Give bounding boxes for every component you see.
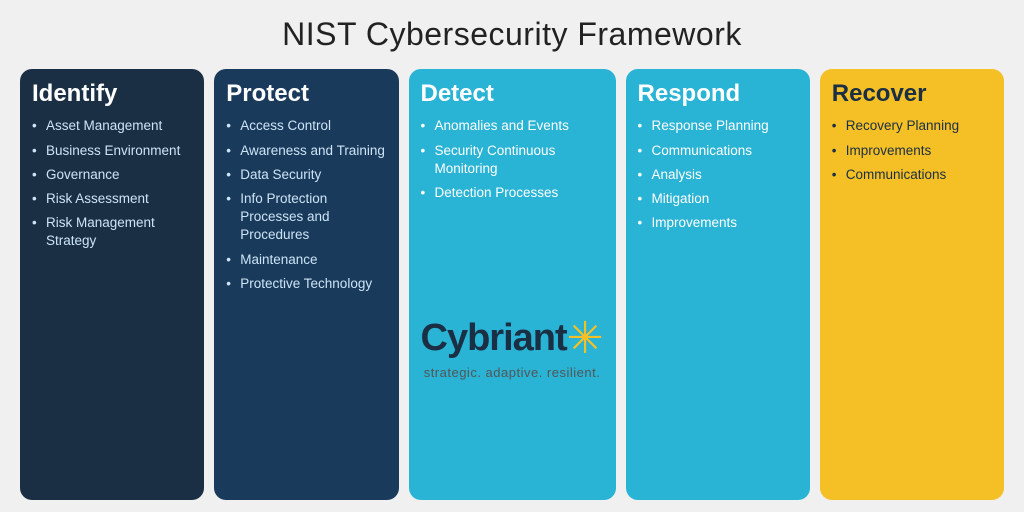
list-item: Awareness and Training xyxy=(226,142,386,160)
list-item: Mitigation xyxy=(638,190,798,208)
page-wrapper: NIST Cybersecurity Framework Identify As… xyxy=(0,0,1024,512)
column-detect-header: Detect xyxy=(421,81,604,107)
column-respond-list: Response Planning Communications Analysi… xyxy=(638,117,798,488)
list-item: Asset Management xyxy=(32,117,192,135)
list-item: Risk Assessment xyxy=(32,190,192,208)
list-item: Protective Technology xyxy=(226,275,386,293)
list-item: Recovery Planning xyxy=(832,117,992,135)
page-title: NIST Cybersecurity Framework xyxy=(282,16,742,53)
list-item: Improvements xyxy=(832,142,992,160)
columns-container: Identify Asset Management Business Envir… xyxy=(20,69,1004,500)
column-recover-header: Recover xyxy=(832,81,992,107)
column-respond: Respond Response Planning Communications… xyxy=(626,69,810,500)
list-item: Improvements xyxy=(638,214,798,232)
list-item: Info Protection Processes and Procedures xyxy=(226,190,386,245)
column-respond-header: Respond xyxy=(638,81,798,107)
list-item: Response Planning xyxy=(638,117,798,135)
column-identify: Identify Asset Management Business Envir… xyxy=(20,69,204,500)
column-detect-list: Anomalies and Events Security Continuous… xyxy=(421,117,604,208)
list-item: Detection Processes xyxy=(421,184,604,202)
list-item: Anomalies and Events xyxy=(421,117,604,135)
logo-name: Cybriant xyxy=(421,317,567,360)
list-item: Risk Management Strategy xyxy=(32,214,192,250)
list-item: Analysis xyxy=(638,166,798,184)
list-item: Data Security xyxy=(226,166,386,184)
column-recover: Recover Recovery Planning Improvements C… xyxy=(820,69,1004,500)
column-identify-list: Asset Management Business Environment Go… xyxy=(32,117,192,488)
list-item: Access Control xyxy=(226,117,386,135)
list-item: Communications xyxy=(638,142,798,160)
list-item: Business Environment xyxy=(32,142,192,160)
logo-text-container: Cybriant ✳ xyxy=(421,317,604,361)
list-item: Governance xyxy=(32,166,192,184)
list-item: Communications xyxy=(832,166,992,184)
column-protect: Protect Access Control Awareness and Tra… xyxy=(214,69,398,500)
column-protect-list: Access Control Awareness and Training Da… xyxy=(226,117,386,488)
list-item: Security Continuous Monitoring xyxy=(421,142,604,178)
logo-area: Cybriant ✳ strategic. adaptive. resilien… xyxy=(421,208,604,488)
column-detect: Detect Anomalies and Events Security Con… xyxy=(409,69,616,500)
column-identify-header: Identify xyxy=(32,81,192,107)
logo-star-icon: ✳ xyxy=(567,317,604,361)
column-recover-list: Recovery Planning Improvements Communica… xyxy=(832,117,992,488)
list-item: Maintenance xyxy=(226,251,386,269)
logo-tagline: strategic. adaptive. resilient. xyxy=(424,365,601,380)
column-protect-header: Protect xyxy=(226,81,386,107)
